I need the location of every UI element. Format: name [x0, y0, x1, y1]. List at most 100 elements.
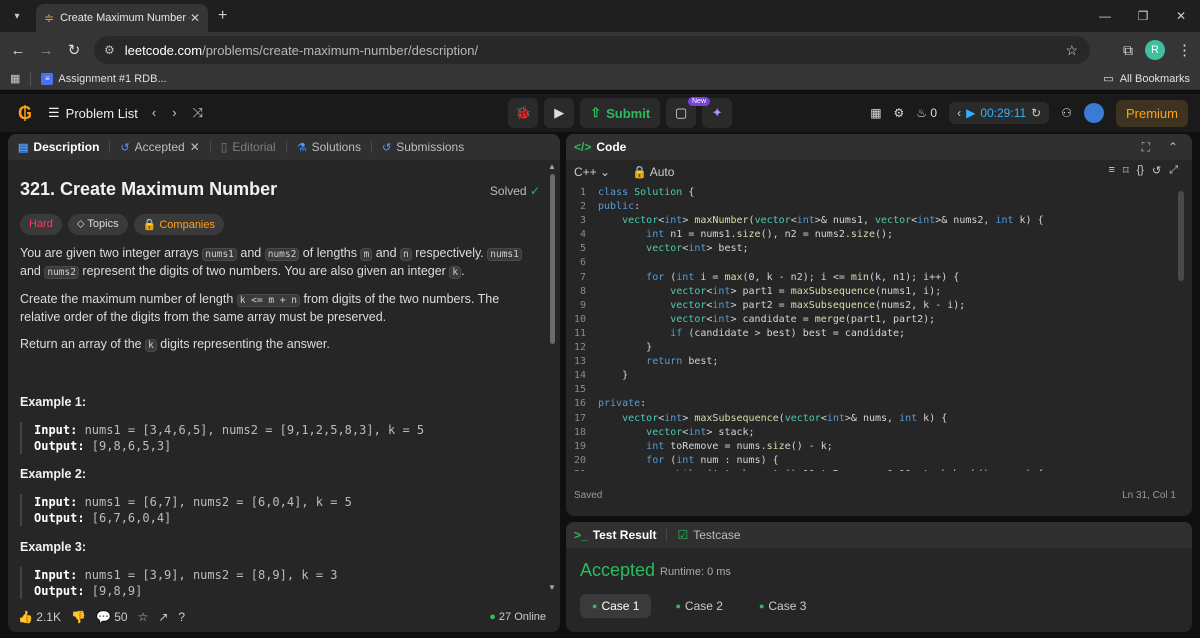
tab-label: Submissions	[396, 140, 465, 154]
profile-avatar[interactable]: R	[1145, 40, 1165, 60]
braces-icon[interactable]: {}	[1137, 164, 1144, 177]
code-editor[interactable]: 1 class Solution { 2 public: 3 vector<int>…	[566, 186, 1186, 471]
favorite-star-icon[interactable]: ☆	[138, 610, 149, 624]
restore-icon[interactable]: ❐	[1124, 9, 1162, 23]
premium-button[interactable]: Premium	[1115, 99, 1188, 127]
menu-kebab-icon[interactable]: ⋮	[1177, 41, 1192, 59]
tab-editorial[interactable]: ▯ Editorial	[221, 140, 276, 154]
tab-accepted[interactable]: ↺ Accepted ✕	[120, 140, 199, 154]
online-count: ● 27 Online	[489, 611, 546, 623]
code-line: 13 return best;	[573, 356, 719, 368]
tab-submissions[interactable]: ↺ Submissions	[382, 140, 464, 154]
code-line: 1 class Solution {	[579, 187, 695, 198]
add-friend-icon[interactable]: ⚇	[1061, 106, 1072, 120]
companies-tag[interactable]: 🔒 Companies	[133, 214, 224, 235]
text: of lengths	[299, 246, 361, 260]
tab-testcase[interactable]: ☑ Testcase	[677, 528, 740, 542]
case-tabs: ● Case 1 ● Case 2 ● Case 3	[580, 594, 818, 618]
editor-toolbar: C++ ⌄ 🔒 Auto	[566, 160, 1192, 184]
shuffle-icon[interactable]: ⤨	[193, 105, 203, 121]
tab-search-chevron-icon[interactable]: ▾	[6, 5, 28, 27]
case-tab[interactable]: ● Case 2	[663, 594, 734, 618]
timer[interactable]: ‹ ▶ 00:29:11 ↻	[949, 102, 1050, 124]
code-header: </> Code ⛶ ⌃	[566, 134, 1192, 160]
description-paragraph-2: Create the maximum number of length k <=…	[20, 291, 540, 325]
apps-grid-icon[interactable]: ▦	[10, 72, 20, 85]
prev-problem-icon[interactable]: ‹	[152, 105, 156, 121]
reset-icon: ↻	[1031, 106, 1042, 120]
description-tabs: ▤ Description ↺ Accepted ✕ ▯ Editorial ⚗ Solu…	[8, 134, 560, 160]
flask-icon: ⚗	[296, 141, 307, 154]
help-icon[interactable]: ?	[178, 610, 185, 624]
inline-code: nums2	[264, 248, 300, 261]
output-label: Output:	[34, 439, 85, 453]
scroll-thumb[interactable]	[550, 174, 555, 344]
bookmark-star-icon[interactable]: ☆	[1065, 42, 1078, 59]
browser-tab[interactable]: ≑ Create Maximum Number - Lee ✕	[36, 4, 208, 32]
scroll-up-icon[interactable]: ▲	[548, 162, 556, 171]
case-tab[interactable]: ● Case 1	[580, 594, 652, 618]
like-button[interactable]: 👍 2.1K	[18, 610, 61, 624]
panel-resize-handle[interactable]	[559, 134, 565, 632]
close-tab-icon[interactable]: ✕	[190, 11, 200, 25]
pass-dot-icon: ●	[758, 601, 765, 611]
topics-tag[interactable]: ⬦ Topics	[67, 214, 128, 235]
collapse-icon[interactable]: ⌃	[1168, 140, 1178, 154]
next-problem-icon[interactable]: ›	[172, 105, 176, 121]
text: respectively.	[411, 246, 488, 260]
minimize-icon[interactable]: —	[1086, 9, 1124, 23]
inline-code: nums1	[202, 248, 237, 261]
extensions-icon[interactable]: ⧉	[1123, 42, 1133, 59]
forward-icon[interactable]: →	[32, 42, 60, 59]
tab-solutions[interactable]: ⚗ Solutions	[297, 140, 361, 154]
code-line: 10 vector<int> candidate = merge(part1, …	[573, 313, 936, 325]
url-host: leetcode.com	[124, 42, 203, 58]
case-tab[interactable]: ● Case 3	[747, 594, 818, 618]
streak[interactable]: ♨ 0	[916, 106, 937, 120]
code-line: 21 while (!stack.empty() && toRemove > 0…	[566, 468, 1186, 471]
bookmark-icon[interactable]: ⌑	[1123, 164, 1129, 177]
format-icon[interactable]: ≡	[1109, 164, 1115, 177]
user-avatar[interactable]	[1083, 103, 1104, 123]
code-line: 5 vector<int> best;	[579, 243, 749, 255]
submit-label: Submit	[606, 105, 651, 121]
all-bookmarks-button[interactable]: ▭ All Bookmarks	[1103, 72, 1190, 86]
close-window-icon[interactable]: ✕	[1162, 9, 1200, 23]
run-icon[interactable]: ▶	[544, 98, 575, 128]
new-tab-button[interactable]: +	[218, 7, 227, 25]
maximize-icon[interactable]: ⛶	[1142, 140, 1150, 155]
dislike-icon[interactable]: 👎	[71, 610, 86, 624]
text: Return an array of the	[20, 337, 146, 351]
scroll-down-icon[interactable]: ▼	[548, 583, 556, 592]
language-select[interactable]: C++ ⌄	[574, 165, 610, 179]
leetcode-logo-icon[interactable]: ₲	[18, 103, 32, 124]
layout-icon[interactable]: ▦	[870, 106, 881, 120]
reload-icon[interactable]: ↻	[60, 41, 88, 59]
expand-icon[interactable]: ⤢	[1169, 164, 1178, 177]
browser-tab-bar: ▾ ≑ Create Maximum Number - Lee ✕ + — ❐ …	[0, 0, 1200, 32]
comments-button[interactable]: 💬 50	[96, 610, 128, 624]
tab-test-result[interactable]: >_ Test Result	[574, 528, 656, 542]
address-toolbar: ← → ↻ ⚙ leetcode.com /problems/create-ma…	[0, 32, 1200, 68]
auto-mode[interactable]: 🔒 Auto	[632, 165, 674, 179]
tab-label: Test Result	[592, 528, 657, 542]
description-scrollbar[interactable]: ▲ ▼	[548, 162, 558, 592]
settings-gear-icon[interactable]: ⚙	[894, 106, 905, 120]
submit-button[interactable]: ⇧ Submit	[580, 98, 661, 128]
problem-list-button[interactable]: ☰ Problem List	[48, 105, 138, 121]
tab-description[interactable]: ▤ Description	[18, 140, 99, 154]
url-bar[interactable]: ⚙ leetcode.com /problems/create-maximum-…	[94, 36, 1090, 64]
undo-icon[interactable]: ↺	[1152, 164, 1161, 177]
share-icon[interactable]: ↗	[158, 610, 168, 624]
back-icon[interactable]: ←	[4, 42, 32, 59]
site-info-icon[interactable]: ⚙	[104, 43, 115, 57]
debug-icon[interactable]: 🐞	[508, 98, 539, 128]
inline-code: k	[449, 266, 462, 279]
pass-dot-icon: ●	[675, 601, 681, 611]
bookmark-item[interactable]: ≡ Assignment #1 RDB...	[41, 72, 167, 85]
companies-label: Companies	[159, 219, 215, 231]
tab-code[interactable]: </> Code	[574, 140, 626, 154]
example-block: Input: nums1 = [3,4,6,5], nums2 = [9,1,2…	[20, 422, 424, 454]
close-icon[interactable]: ✕	[190, 140, 200, 154]
editor-scroll-thumb[interactable]	[1178, 191, 1184, 281]
